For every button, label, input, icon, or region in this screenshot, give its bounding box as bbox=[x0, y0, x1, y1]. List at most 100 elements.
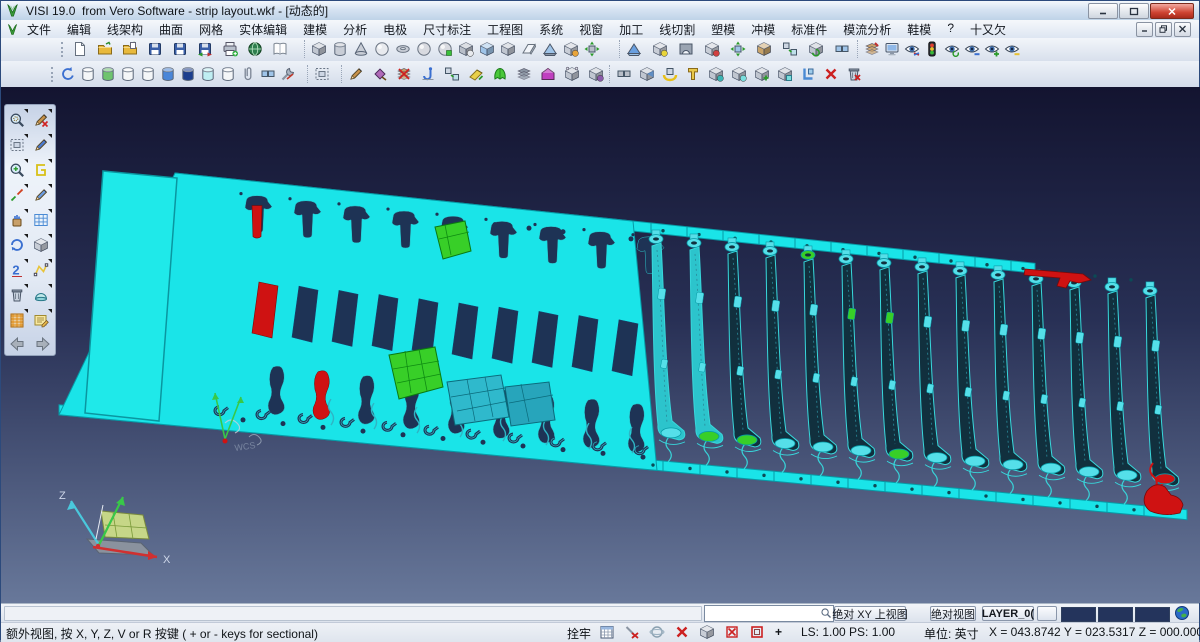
layer-3-icon[interactable] bbox=[139, 65, 157, 83]
plot-preview-icon[interactable] bbox=[246, 40, 264, 58]
back-arrow-icon[interactable] bbox=[7, 336, 27, 352]
menu-塑模[interactable]: 塑模 bbox=[703, 20, 743, 39]
move-solid-icon[interactable] bbox=[583, 40, 601, 58]
menu-尺寸标注[interactable]: 尺寸标注 bbox=[415, 20, 479, 39]
maximize-button[interactable] bbox=[1119, 3, 1149, 19]
layer-4-icon[interactable] bbox=[219, 65, 237, 83]
eye-isolate-icon[interactable] bbox=[1003, 40, 1021, 58]
regen-icon[interactable] bbox=[59, 65, 77, 83]
menu-视窗[interactable]: 视窗 bbox=[571, 20, 611, 39]
toolbar-grip[interactable] bbox=[51, 67, 56, 82]
eye-hide-icon[interactable] bbox=[963, 40, 981, 58]
link-solids-icon[interactable] bbox=[781, 40, 799, 58]
layer-1-icon[interactable] bbox=[79, 65, 97, 83]
eye-refresh-icon[interactable] bbox=[943, 40, 961, 58]
erase-sketch-icon[interactable] bbox=[30, 109, 52, 131]
sphere-block-icon[interactable] bbox=[436, 40, 454, 58]
toolbar-grip[interactable] bbox=[61, 42, 66, 57]
layer-2-icon[interactable] bbox=[119, 65, 137, 83]
stamp-delete-icon[interactable] bbox=[395, 65, 413, 83]
options-tools-icon[interactable] bbox=[279, 65, 297, 83]
cube-pair-icon[interactable] bbox=[776, 65, 794, 83]
absolute-view-button[interactable]: 绝对视图 bbox=[930, 606, 976, 621]
cube-teal-2-icon[interactable] bbox=[730, 65, 748, 83]
grid-window-icon[interactable] bbox=[30, 209, 52, 231]
menu-电极[interactable]: 电极 bbox=[375, 20, 415, 39]
laminate-layers-icon[interactable] bbox=[515, 65, 533, 83]
color-swatch[interactable] bbox=[1098, 607, 1133, 622]
wedge-blue-icon[interactable] bbox=[625, 40, 643, 58]
solid-torus-icon[interactable] bbox=[394, 40, 412, 58]
cube-ball-icon[interactable] bbox=[457, 40, 475, 58]
orbit-snap-icon[interactable] bbox=[649, 624, 665, 640]
select-box-icon[interactable] bbox=[313, 65, 331, 83]
blank-button[interactable] bbox=[1037, 606, 1057, 621]
color-swatch[interactable] bbox=[1061, 607, 1096, 622]
layer-green-icon[interactable] bbox=[99, 65, 117, 83]
plus-toggle[interactable]: + bbox=[775, 625, 782, 639]
mdi-minimize-button[interactable] bbox=[1136, 22, 1153, 37]
forward-arrow-icon[interactable] bbox=[33, 336, 53, 352]
layer-cyan-icon[interactable] bbox=[199, 65, 217, 83]
profile-g-icon[interactable] bbox=[30, 159, 52, 181]
close-button[interactable] bbox=[1150, 3, 1194, 19]
print-icon[interactable] bbox=[221, 40, 239, 58]
menu-模流分析[interactable]: 模流分析 bbox=[835, 20, 899, 39]
small-blocks-icon[interactable] bbox=[833, 40, 851, 58]
new-file-icon[interactable] bbox=[71, 40, 89, 58]
cube-add-icon[interactable] bbox=[753, 65, 771, 83]
grid-snap-icon[interactable] bbox=[599, 624, 615, 640]
layer-button[interactable]: LAYER_0( bbox=[982, 606, 1034, 621]
move-arrows-icon[interactable] bbox=[6, 184, 28, 206]
unfold-anchor-icon[interactable] bbox=[419, 65, 437, 83]
purge-icon[interactable] bbox=[845, 65, 863, 83]
viewport-canvas[interactable]: WCSZX bbox=[1, 87, 1200, 603]
sketch-curve-icon[interactable] bbox=[30, 134, 52, 156]
layer-dark-icon[interactable] bbox=[179, 65, 197, 83]
menu-线架构[interactable]: 线架构 bbox=[99, 20, 151, 39]
clamp-icon[interactable] bbox=[684, 65, 702, 83]
menu-加工[interactable]: 加工 bbox=[611, 20, 651, 39]
solid-cube-icon[interactable] bbox=[310, 40, 328, 58]
block-pair-icon[interactable] bbox=[259, 65, 277, 83]
pin-block-icon[interactable] bbox=[563, 65, 581, 83]
menu-线切割[interactable]: 线切割 bbox=[651, 20, 703, 39]
cubes-grey-icon[interactable] bbox=[615, 65, 633, 83]
die-house-icon[interactable] bbox=[539, 65, 557, 83]
menu-冲模[interactable]: 冲模 bbox=[743, 20, 783, 39]
menu-编辑[interactable]: 编辑 bbox=[59, 20, 99, 39]
notes-icon[interactable] bbox=[30, 309, 52, 331]
swirl-solid-icon[interactable] bbox=[807, 40, 825, 58]
brush-cup-icon[interactable] bbox=[6, 209, 28, 231]
sketch-blue-icon[interactable] bbox=[30, 184, 52, 206]
box-delete-icon[interactable] bbox=[724, 624, 740, 640]
open-file-icon[interactable] bbox=[96, 40, 114, 58]
cube-purple-icon[interactable] bbox=[587, 65, 605, 83]
wedge-icon[interactable] bbox=[541, 40, 559, 58]
window-select-icon[interactable] bbox=[6, 134, 28, 156]
menu-?[interactable]: ? bbox=[939, 20, 962, 39]
solid-ball-icon[interactable] bbox=[415, 40, 433, 58]
window-layout-icon[interactable] bbox=[271, 40, 289, 58]
strip-pencil-icon[interactable] bbox=[347, 65, 365, 83]
mdi-restore-button[interactable] bbox=[1155, 22, 1172, 37]
block-blue-icon[interactable] bbox=[478, 40, 496, 58]
window-block-icon[interactable] bbox=[443, 65, 461, 83]
arch-feature-icon[interactable] bbox=[677, 40, 695, 58]
view-window-icon[interactable] bbox=[883, 40, 901, 58]
menu-文件[interactable]: 文件 bbox=[19, 20, 59, 39]
menu-曲面[interactable]: 曲面 bbox=[151, 20, 191, 39]
menu-建模[interactable]: 建模 bbox=[295, 20, 335, 39]
save-copy-icon[interactable] bbox=[171, 40, 189, 58]
polyline-icon[interactable] bbox=[30, 259, 52, 281]
zoom-options-icon[interactable] bbox=[6, 109, 28, 131]
delete-trash-icon[interactable] bbox=[6, 284, 28, 306]
move-block-icon[interactable] bbox=[729, 40, 747, 58]
section-chair-icon[interactable] bbox=[799, 65, 817, 83]
solid-sphere-icon[interactable] bbox=[373, 40, 391, 58]
cube-u-icon[interactable] bbox=[661, 65, 679, 83]
save-all-icon[interactable] bbox=[196, 40, 214, 58]
box-outline-icon[interactable] bbox=[749, 624, 765, 640]
color-swatch[interactable] bbox=[1135, 607, 1170, 622]
menu-标准件[interactable]: 标准件 bbox=[783, 20, 835, 39]
